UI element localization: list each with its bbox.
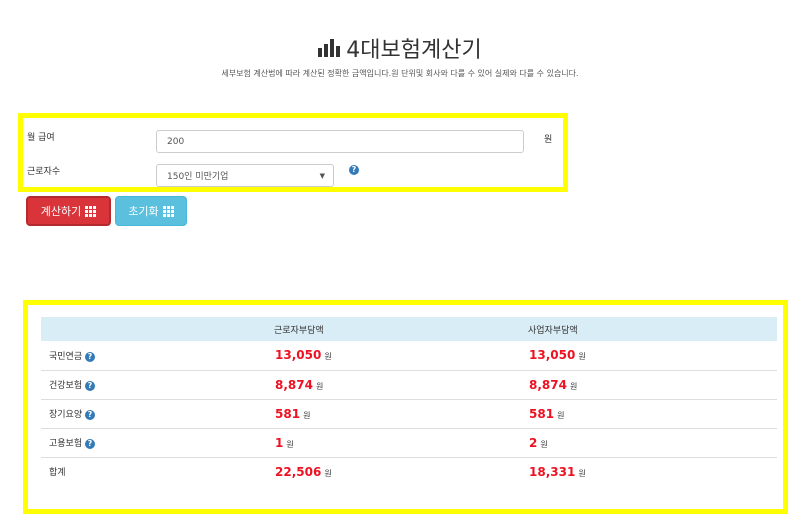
employee-value: 8,874 xyxy=(275,377,313,392)
unit-label: 원 xyxy=(557,410,565,420)
employer-value: 8,874 xyxy=(529,377,567,392)
employer-cell: 581 원 xyxy=(528,399,777,429)
help-icon[interactable]: ? xyxy=(85,439,95,449)
unit-label: 원 xyxy=(578,352,586,362)
table-row: 국민연금 ? 13,050 원 13,050 원 xyxy=(41,341,777,371)
reset-button-label: 초기화 xyxy=(128,205,159,218)
unit-label: 원 xyxy=(569,381,578,391)
employer-cell: 8,874 원 xyxy=(528,370,777,400)
employee-total: 22,506 xyxy=(275,464,322,479)
table-row: 고용보험 ? 1원 2원 xyxy=(41,428,777,458)
table-row: 건강보험 ? 8,874 원 8,874 원 xyxy=(41,370,777,400)
row-label: 장기요양 ? xyxy=(41,399,274,429)
employee-value: 581 xyxy=(275,406,301,421)
page-subtitle: 세부보험 계산법에 따라 계산된 정확한 금액입니다.원 단위및 회사와 다를 … xyxy=(221,69,579,78)
reset-button[interactable]: 초기화 xyxy=(115,196,187,226)
row-label-text: 고용보험 xyxy=(49,439,83,449)
help-icon[interactable]: ? xyxy=(85,381,95,391)
employee-cell: 581 원 xyxy=(274,399,528,429)
employer-value: 581 xyxy=(529,406,555,421)
unit-label: 원 xyxy=(286,439,294,449)
workers-select[interactable]: 150인 미만기업 ▼ xyxy=(156,164,334,187)
header-empty xyxy=(41,317,274,341)
page-header: 4대보험계산기 xyxy=(0,32,800,64)
employee-cell: 13,050 원 xyxy=(274,341,528,371)
workers-select-value: 150인 미만기업 xyxy=(167,172,229,182)
row-label: 건강보험 ? xyxy=(41,370,274,400)
unit-label: 원 xyxy=(324,352,332,362)
table-header-row: 근로자부담액 사업자부담액 xyxy=(41,317,777,341)
employer-cell: 2원 xyxy=(528,428,777,458)
employer-cell: 13,050 원 xyxy=(528,341,777,371)
row-label: 합계 xyxy=(41,457,274,486)
employee-value: 1 xyxy=(275,435,284,450)
employee-cell: 22,506 원 xyxy=(274,457,528,486)
row-label-text: 국민연금 xyxy=(49,351,83,362)
unit-label: 원 xyxy=(324,468,332,478)
unit-label: 원 xyxy=(540,439,548,449)
row-label-text: 합계 xyxy=(49,468,66,479)
page-title: 4대보험계산기 xyxy=(318,32,482,64)
results-table: 근로자부담액 사업자부담액 국민연금 ? 13,050 원 13,050 원 건강보… xyxy=(41,317,777,486)
employee-cell: 8,874 원 xyxy=(274,370,528,400)
employee-cell: 1원 xyxy=(274,428,528,458)
salary-input[interactable]: 200 xyxy=(156,130,524,153)
row-label: 고용보험 ? xyxy=(41,428,274,458)
chevron-down-icon: ▼ xyxy=(319,171,325,180)
calculate-button-label: 계산하기 xyxy=(40,205,82,218)
help-icon[interactable]: ? xyxy=(349,165,359,175)
salary-label: 월 급여 xyxy=(27,133,55,143)
grid-icon xyxy=(162,205,174,217)
results-panel: 근로자부담액 사업자부담액 국민연금 ? 13,050 원 13,050 원 건강보… xyxy=(23,300,788,514)
employee-value: 13,050 xyxy=(275,348,322,363)
table-row-total: 합계 22,506 원 18,331 원 xyxy=(41,457,777,486)
input-form: 월 급여 200 원 근로자수 150인 미만기업 ▼ ? xyxy=(18,113,568,192)
grid-icon xyxy=(85,205,97,217)
help-icon[interactable]: ? xyxy=(85,410,95,420)
header-employee: 근로자부담액 xyxy=(274,317,528,341)
workers-label: 근로자수 xyxy=(27,167,61,177)
help-icon[interactable]: ? xyxy=(85,351,95,362)
unit-label: 원 xyxy=(315,381,324,391)
table-row: 장기요양 ? 581 원 581 원 xyxy=(41,399,777,429)
salary-unit: 원 xyxy=(544,135,553,145)
page-title-text: 4대보험계산기 xyxy=(346,38,482,63)
employer-cell: 18,331 원 xyxy=(528,457,777,486)
employer-value: 2 xyxy=(529,435,538,450)
unit-label: 원 xyxy=(303,410,311,420)
row-label-text: 건강보험 xyxy=(49,381,83,391)
salary-input-value: 200 xyxy=(167,136,185,147)
row-label-text: 장기요양 xyxy=(49,410,83,420)
calculate-button[interactable]: 계산하기 xyxy=(26,196,111,226)
header-employer: 사업자부담액 xyxy=(528,317,777,341)
employer-value: 13,050 xyxy=(529,348,576,363)
employer-total: 18,331 xyxy=(529,464,576,479)
row-label: 국민연금 ? xyxy=(41,341,274,371)
unit-label: 원 xyxy=(578,468,586,478)
bar-chart-icon xyxy=(318,39,341,57)
